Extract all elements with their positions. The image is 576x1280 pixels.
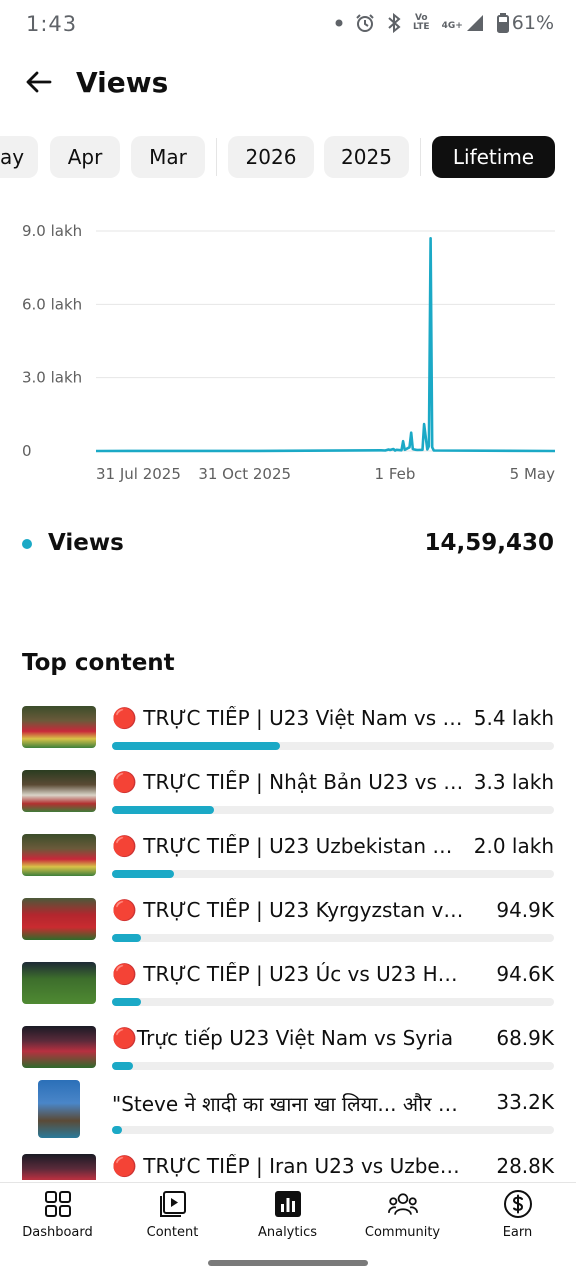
top-content-item[interactable]: 🔴 TRỰC TIẾP | U23 Kyrgyzstan vs U23 Việt…	[0, 892, 576, 956]
top-content-item[interactable]: 🔴Trực tiếp U23 Việt Nam vs Syria 68.9K	[0, 1020, 576, 1084]
video-thumbnail	[22, 962, 96, 1004]
nav-dashboard[interactable]: Dashboard	[0, 1189, 115, 1247]
dashboard-icon	[43, 1189, 73, 1219]
video-title: 🔴 TRỰC TIẾP | U23 Uzbekistan vs U23 Việt…	[112, 834, 464, 858]
video-views: 94.6K	[496, 962, 554, 986]
video-views: 33.2K	[496, 1090, 554, 1114]
video-title: 🔴 TRỰC TIẾP | U23 Kyrgyzstan vs U23 Việt…	[112, 898, 464, 922]
video-views: 94.9K	[496, 898, 554, 922]
period-chips: ay Apr Mar 2026 2025 Lifetime	[0, 134, 576, 180]
views-share-bar	[112, 742, 554, 750]
bluetooth-icon	[388, 13, 401, 33]
battery-indicator: 61%	[496, 12, 554, 34]
analytics-icon	[273, 1189, 303, 1219]
volte-indicator: Vo LTE	[413, 13, 430, 32]
y-tick-label: 6.0 lakh	[22, 295, 82, 313]
earn-icon	[503, 1189, 533, 1219]
views-share-bar	[112, 870, 554, 878]
views-share-fill	[112, 806, 214, 814]
video-views: 3.3 lakh	[473, 770, 554, 794]
views-share-bar	[112, 998, 554, 1006]
x-tick-label: 1 Feb	[375, 465, 416, 483]
chip-may[interactable]: ay	[0, 136, 38, 178]
chip-apr[interactable]: Apr	[50, 136, 120, 178]
x-tick-label: 31 Oct 2025	[198, 465, 291, 483]
notification-dot-icon	[335, 19, 343, 27]
video-title: "Steve ने शादी का खाना खा लिया... और फिर…	[112, 1092, 464, 1116]
alarm-icon	[356, 14, 374, 32]
video-views: 28.8K	[496, 1154, 554, 1178]
nav-content[interactable]: Content	[115, 1189, 230, 1247]
views-share-fill	[112, 998, 141, 1006]
top-content-item[interactable]: 🔴 TRỰC TIẾP | U23 Việt Nam vs U23 Jordan…	[0, 700, 576, 764]
video-title: 🔴 TRỰC TIẾP | U23 Việt Nam vs U23 Jordan…	[112, 706, 464, 730]
video-thumbnail	[22, 770, 96, 812]
chip-divider	[420, 138, 421, 176]
home-indicator[interactable]	[208, 1260, 368, 1266]
top-content-item[interactable]: 🔴 TRỰC TIẾP | Nhật Bản U23 vs Jordan U23…	[0, 764, 576, 828]
battery-icon	[496, 13, 509, 33]
y-tick-label: 0	[22, 442, 32, 460]
nav-earn[interactable]: Earn	[460, 1189, 575, 1247]
y-tick-label: 9.0 lakh	[22, 222, 82, 240]
legend-dot	[22, 539, 32, 549]
top-content-title: Top content	[22, 650, 175, 676]
signal-indicator: 4G+	[442, 13, 485, 33]
page-title: Views	[76, 66, 169, 99]
views-share-fill	[112, 934, 141, 942]
y-tick-label: 3.0 lakh	[22, 369, 82, 387]
views-share-bar	[112, 806, 554, 814]
video-title: 🔴Trực tiếp U23 Việt Nam vs Syria	[112, 1026, 454, 1050]
nav-community[interactable]: Community	[345, 1189, 460, 1247]
video-title: 🔴 TRỰC TIẾP | Nhật Bản U23 vs Jordan U23	[112, 770, 464, 794]
x-tick-label: 5 May	[510, 465, 555, 483]
video-views: 68.9K	[496, 1026, 554, 1050]
video-views: 5.4 lakh	[473, 706, 554, 730]
views-share-bar	[112, 1062, 554, 1070]
status-bar: 1:43 Vo LTE 4G+ 61%	[0, 0, 576, 52]
chip-divider	[216, 138, 217, 176]
video-thumbnail	[22, 1026, 96, 1068]
video-thumbnail	[22, 834, 96, 876]
video-thumbnail	[22, 706, 96, 748]
views-share-fill	[112, 742, 280, 750]
video-thumbnail	[38, 1080, 80, 1138]
views-chart-svg: 9.0 lakh 6.0 lakh 3.0 lakh 0 31 Jul 2025 31 O…	[22, 222, 556, 483]
header: Views	[0, 52, 576, 116]
chip-2025[interactable]: 2025	[324, 136, 409, 178]
top-content-item[interactable]: 🔴 TRỰC TIẾP | Iran U23 vs Uzbekistan U23…	[0, 1148, 576, 1180]
chip-2026[interactable]: 2026	[228, 136, 314, 178]
status-time: 1:43	[26, 12, 78, 36]
top-content-item[interactable]: 🔴 TRỰC TIẾP | U23 Uzbekistan vs U23 Việt…	[0, 828, 576, 892]
battery-percent: 61%	[511, 12, 554, 34]
video-thumbnail	[22, 1154, 96, 1180]
x-tick-label: 31 Jul 2025	[96, 465, 181, 483]
chip-mar[interactable]: Mar	[131, 136, 205, 178]
views-share-fill	[112, 1062, 133, 1070]
top-content-item[interactable]: 🔴 TRỰC TIẾP | U23 Úc vs U23 Hàn Quốc 94.6…	[0, 956, 576, 1020]
views-share-fill	[112, 1126, 122, 1134]
video-thumbnail	[22, 898, 96, 940]
video-views: 2.0 lakh	[473, 834, 554, 858]
signal-icon	[466, 15, 483, 31]
total-views: 14,59,430	[424, 530, 555, 556]
views-chart: 9.0 lakh 6.0 lakh 3.0 lakh 0 31 Jul 2025 31 O…	[0, 200, 576, 500]
back-button[interactable]	[18, 62, 58, 102]
chip-lifetime[interactable]: Lifetime	[432, 136, 555, 178]
video-title: 🔴 TRỰC TIẾP | U23 Úc vs U23 Hàn Quốc	[112, 962, 464, 986]
views-share-bar	[112, 934, 554, 942]
views-share-bar	[112, 1126, 554, 1134]
content-icon	[158, 1189, 188, 1219]
community-icon	[387, 1189, 418, 1219]
arrow-left-icon	[26, 71, 52, 93]
video-title: 🔴 TRỰC TIẾP | Iran U23 vs Uzbekistan U23	[112, 1154, 464, 1178]
status-icons: Vo LTE 4G+ 61%	[335, 12, 554, 34]
chart-legend: Views 14,59,430	[22, 528, 554, 562]
views-share-fill	[112, 870, 174, 878]
legend-label: Views	[48, 530, 124, 556]
views-series-line	[95, 236, 556, 453]
nav-analytics[interactable]: Analytics	[230, 1189, 345, 1247]
top-content-list: 🔴 TRỰC TIẾP | U23 Việt Nam vs U23 Jordan…	[0, 700, 576, 1180]
top-content-item[interactable]: "Steve ने शादी का खाना खा लिया... और फिर…	[0, 1080, 576, 1148]
